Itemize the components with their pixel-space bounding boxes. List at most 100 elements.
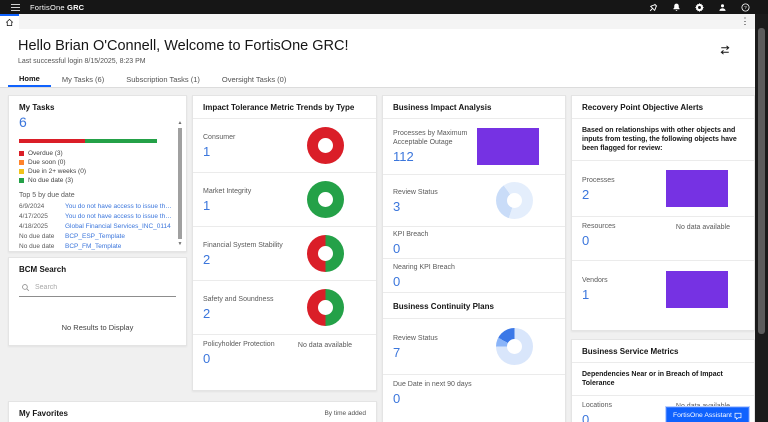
legend-item: Due in 2+ weeks (0) [19, 167, 176, 176]
menu-button[interactable] [6, 0, 24, 14]
card-title: My Tasks [9, 96, 186, 112]
overflow-menu-button[interactable]: ⋮ [739, 15, 751, 28]
impact-tolerance-card: Impact Tolerance Metric Trends by Type C… [192, 95, 377, 391]
metric-row: Resources0 No data available [572, 217, 754, 261]
card-title: BCM Search [9, 258, 186, 274]
search-input[interactable] [35, 284, 155, 291]
metric-row: Processes by Maximum Acceptable Outage11… [383, 119, 565, 175]
financial-stability-donut-chart [307, 235, 344, 272]
help-button[interactable]: ? [738, 0, 752, 14]
no-data-text: No data available [676, 224, 730, 231]
outage-treemap-chart [477, 128, 539, 165]
metric-row: Safety and Soundness2 [193, 281, 376, 335]
user-icon [718, 3, 727, 12]
metric-row: Review Status7 [383, 319, 565, 375]
no-results-text: No Results to Display [9, 323, 186, 332]
card-title: Business Service Metrics [572, 340, 754, 363]
metric-row: Due Date in next 90 days0 [383, 375, 565, 411]
metric-value: 2 [582, 187, 615, 202]
metric-value: 1 [203, 144, 235, 159]
consumer-donut-chart [307, 127, 344, 164]
task-link[interactable]: Global Financial Services_INC_0114 [65, 222, 171, 232]
tab-my-tasks[interactable]: My Tasks (6) [51, 71, 115, 87]
notifications-button[interactable] [669, 0, 683, 14]
tasks-status-bar [19, 139, 157, 143]
business-impact-card: Business Impact Analysis Processes by Ma… [382, 95, 566, 422]
market-integrity-donut-chart [307, 181, 344, 218]
help-icon: ? [741, 3, 750, 12]
my-tasks-card: My Tasks 6 Overdue (3) Due soon (0) Due … [8, 95, 187, 252]
scroll-up-icon[interactable]: ▲ [176, 120, 184, 126]
card-title: Impact Tolerance Metric Trends by Type [193, 96, 376, 119]
metric-row: Market Integrity1 [193, 173, 376, 227]
pin-button[interactable] [646, 0, 660, 14]
bell-icon [672, 3, 681, 12]
tab-oversight-tasks[interactable]: Oversight Tasks (0) [211, 71, 297, 87]
page-scrollbar[interactable] [755, 14, 768, 422]
metric-row: Nearing KPI Breach0 [383, 259, 565, 293]
metric-value: 0 [203, 351, 275, 366]
metric-value: 0 [393, 274, 455, 289]
settings-button[interactable] [692, 0, 706, 14]
metric-row: Vendors1 [572, 261, 754, 317]
assistant-button[interactable]: FortisOne Assistant [666, 407, 749, 422]
task-row: No due dateBCP_ESP_Template [19, 232, 176, 242]
search-field[interactable] [19, 280, 176, 297]
dashboard-tabs: Home My Tasks (6) Subscription Tasks (1)… [0, 71, 755, 88]
task-link[interactable]: BCP_FM_Template [65, 242, 121, 252]
swap-arrows-icon [719, 44, 731, 56]
metric-value: 1 [203, 198, 251, 213]
metric-row: KPI Breach0 [383, 227, 565, 259]
task-link[interactable]: You do not have access to issue this req… [65, 202, 173, 212]
card-title: Business Impact Analysis [383, 96, 565, 119]
metric-value: 0 [582, 412, 612, 422]
safety-soundness-donut-chart [307, 289, 344, 326]
tab-subscription-tasks[interactable]: Subscription Tasks (1) [115, 71, 211, 87]
rpo-description: Based on relationships with other object… [572, 119, 754, 161]
sort-by-control[interactable]: By time added [324, 410, 366, 417]
bsm-subtitle: Dependencies Near or in Breach of Impact… [572, 363, 754, 396]
search-icon [21, 283, 30, 292]
app-title: FortisOne GRC [30, 3, 84, 12]
card-title: Recovery Point Objective Alerts [572, 96, 754, 119]
last-login-text: Last successful login 8/15/2025, 8:23 PM [18, 58, 146, 65]
metric-value: 2 [203, 252, 283, 267]
page-scrollbar-thumb[interactable] [758, 28, 765, 334]
layout-switch-button[interactable] [719, 43, 733, 57]
gear-icon [695, 3, 704, 12]
user-profile-button[interactable] [715, 0, 729, 14]
chat-icon [734, 412, 742, 420]
task-link[interactable]: You do not have access to issue this req… [65, 212, 173, 222]
tasks-count: 6 [19, 114, 176, 130]
dashboard-content: My Tasks 6 Overdue (3) Due soon (0) Due … [0, 88, 755, 422]
page-title: Hello Brian O'Connell, Welcome to Fortis… [18, 38, 348, 54]
legend-swatch [19, 178, 24, 183]
scroll-down-icon[interactable]: ▼ [176, 241, 184, 247]
legend-item: No due date (3) [19, 176, 176, 185]
metric-row: Financial System Stability2 [193, 227, 376, 281]
svg-text:?: ? [744, 5, 747, 11]
tasks-legend: Overdue (3) Due soon (0) Due in 2+ weeks… [19, 149, 176, 185]
task-link[interactable]: BCP_ESP_Template [65, 232, 125, 242]
section-title: Business Continuity Plans [383, 293, 565, 319]
rpo-alerts-card: Recovery Point Objective Alerts Based on… [571, 95, 755, 331]
tab-home[interactable]: Home [8, 71, 51, 87]
task-row: 4/17/2025You do not have access to issue… [19, 212, 176, 222]
page-header: Hello Brian O'Connell, Welcome to Fortis… [0, 29, 755, 88]
processes-treemap-chart [666, 170, 728, 207]
metric-value: 1 [582, 287, 608, 302]
card-scrollbar[interactable]: ▲ ▼ [176, 120, 184, 247]
task-row: 4/18/2025Global Financial Services_INC_0… [19, 222, 176, 232]
application-header: FortisOne GRC ? [0, 0, 768, 14]
metric-value: 0 [393, 241, 428, 256]
home-icon [5, 18, 14, 27]
scrollbar-thumb[interactable] [178, 128, 182, 239]
review-status-donut-chart [496, 182, 533, 219]
bcm-search-card: BCM Search No Results to Display [8, 257, 187, 346]
pin-icon [649, 3, 658, 12]
legend-swatch [19, 169, 24, 174]
metric-row: Processes2 [572, 161, 754, 217]
home-nav-tab[interactable] [0, 14, 19, 29]
bcp-review-status-donut-chart [496, 328, 533, 365]
my-favorites-card: My Favorites By time added [8, 401, 377, 422]
